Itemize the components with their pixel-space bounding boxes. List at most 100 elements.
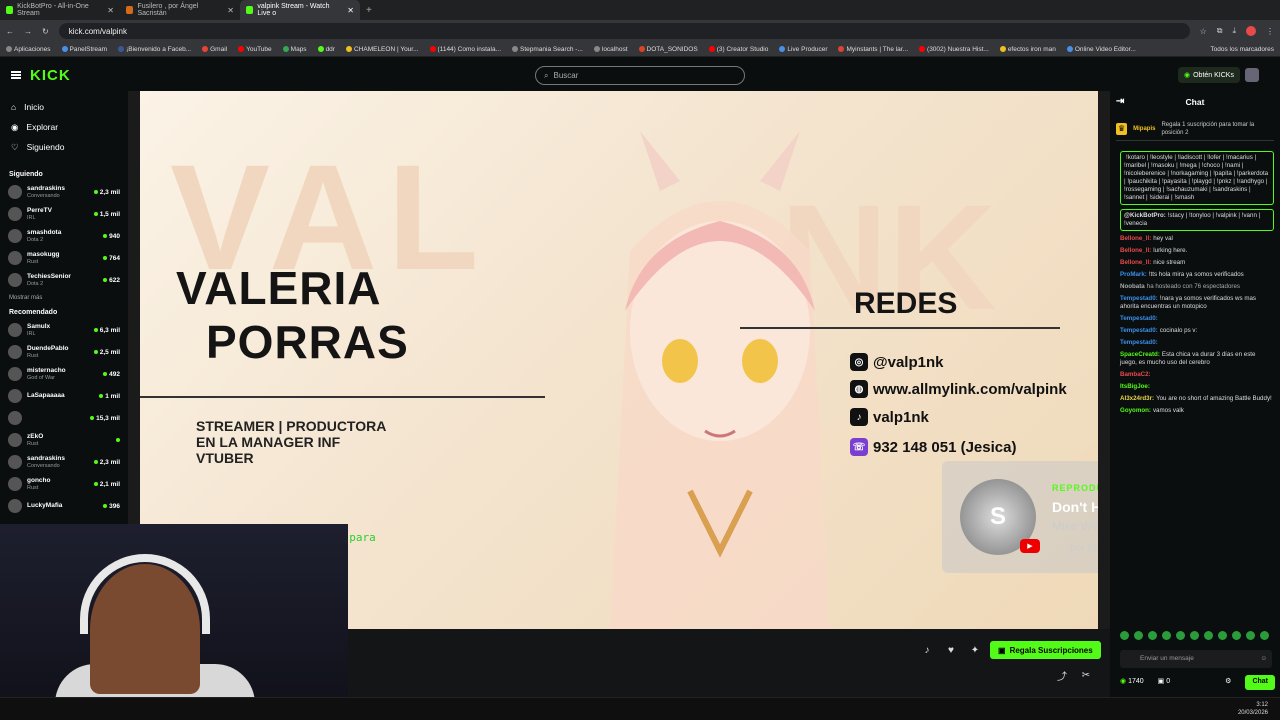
sidebar-channel[interactable]: sandraskins Conversando 2,3 mil [0, 451, 128, 473]
extensions-icon[interactable]: ⧉ [1217, 26, 1223, 36]
sidebar-channel[interactable]: zEkO Rust [0, 429, 128, 451]
browser-tab-kickbotpro[interactable]: KickBotPro - All-in-One Stream ✕ [0, 0, 120, 20]
browser-tab-fusilero[interactable]: Fusilero , por Ángel Sacristán ✕ [120, 0, 240, 20]
bookmark-item[interactable]: Aplicaciones [6, 46, 51, 53]
chat-username[interactable]: BambaC2: [1120, 371, 1151, 378]
sidebar-channel[interactable]: smashdota Dota 2 940 [0, 225, 128, 247]
emote-icon[interactable] [1190, 631, 1199, 640]
sidebar-channel[interactable]: Samulx IRL 6,3 mil [0, 319, 128, 341]
search-input[interactable]: ⌕ Buscar [535, 66, 745, 85]
nav-siguiendo[interactable]: ♡ Siguiendo [0, 137, 128, 157]
sidebar-channel[interactable]: DuendePablo Rust 2,5 mil [0, 341, 128, 363]
sidebar-channel[interactable]: 15,3 mil [0, 407, 128, 429]
emote-icon[interactable] [1232, 631, 1241, 640]
bookmark-item[interactable]: Myinstants | The lar... [838, 46, 908, 53]
chat-input[interactable]: Enviar un mensaje ☺ [1120, 650, 1272, 668]
share-icon[interactable]: ⤴ [1054, 667, 1070, 683]
sidebar-channel[interactable]: misternacho God of War 492 [0, 363, 128, 385]
download-icon[interactable]: ⤓ [1232, 26, 1236, 36]
bookmark-item[interactable]: Stepmania Search -... [512, 46, 583, 53]
reload-icon[interactable]: ↻ [42, 27, 49, 36]
emote-icon[interactable] [1204, 631, 1213, 640]
sidebar-channel[interactable]: PerreTV IRL 1,5 mil [0, 203, 128, 225]
bookmark-item[interactable]: ¡Bienvenido a Faceb... [118, 46, 191, 53]
bookmark-star-icon[interactable]: ☆ [1200, 27, 1207, 36]
sidebar-channel[interactable]: TechiesSenior Dota 2 622 [0, 269, 128, 291]
kick-logo[interactable]: KICK [30, 67, 71, 84]
chat-username[interactable]: Tempestad0: [1120, 315, 1158, 322]
chat-text: nice stream [1153, 259, 1186, 266]
user-avatar[interactable] [1245, 68, 1259, 82]
bookmark-item[interactable]: localhost [593, 46, 628, 53]
sidebar-channel[interactable]: goncho Rust 2,1 mil [0, 473, 128, 495]
browser-tab-valpink[interactable]: valpink Stream - Watch Live o ✕ [240, 0, 360, 20]
clip-icon[interactable]: ✂ [1078, 667, 1094, 683]
emote-icon[interactable] [1148, 631, 1157, 640]
emote-icon[interactable] [1134, 631, 1143, 640]
chat-username[interactable]: ItsBigJoe: [1120, 383, 1150, 390]
settings-gear-icon[interactable]: ⚙ [1225, 678, 1231, 686]
url-field[interactable]: kick.com/valpink [58, 23, 1190, 39]
close-tab-icon[interactable]: ✕ [347, 6, 354, 15]
bookmark-item[interactable]: Gmail [202, 46, 227, 53]
chat-input-placeholder: Enviar un mensaje [1140, 655, 1194, 662]
bookmark-item[interactable]: PanelStream [61, 46, 107, 53]
bookmark-item[interactable]: Maps [282, 46, 307, 53]
search-placeholder: Buscar [553, 71, 579, 80]
new-tab-icon[interactable]: + [366, 5, 372, 16]
show-more-link[interactable]: Mostrar más [0, 291, 128, 305]
bookmark-item[interactable]: Live Producer [779, 46, 827, 53]
forward-icon[interactable]: → [24, 27, 32, 36]
chat-username[interactable]: Tempestad0: [1120, 339, 1158, 346]
bookmark-item[interactable]: Online Video Editor... [1066, 46, 1136, 53]
hamburger-menu-icon[interactable] [11, 71, 21, 79]
back-icon[interactable]: ← [6, 27, 14, 36]
emoji-icon[interactable]: ☺ [1260, 655, 1267, 663]
sidebar-channel[interactable]: masokugg Rust 764 [0, 247, 128, 269]
bookmark-item[interactable]: CHAMELEON | Your... [345, 46, 419, 53]
sidebar-channel[interactable]: LaSapaaaaa 1 mil [0, 385, 128, 407]
chat-username[interactable]: ProMark: [1120, 271, 1147, 278]
bookmark-item[interactable]: DOTA_SONIDOS [638, 46, 698, 53]
close-tab-icon[interactable]: ✕ [227, 6, 234, 15]
emote-icon[interactable] [1218, 631, 1227, 640]
points-balance[interactable]: ▣ 0 [1158, 678, 1170, 686]
chat-username[interactable]: Tempestad0: [1120, 295, 1158, 302]
profile-icon[interactable] [1246, 26, 1256, 36]
gift-small-icon[interactable]: ✦ [967, 642, 983, 658]
chat-username[interactable]: @KickBotPro: [1124, 212, 1166, 219]
all-bookmarks-folder[interactable]: Todos los marcadores [1210, 46, 1274, 53]
emote-icon[interactable] [1260, 631, 1269, 640]
sidebar-channel[interactable]: sandraskins Conversando 2,3 mil [0, 181, 128, 203]
get-kicks-button[interactable]: ◉ Obtén KICKs [1178, 67, 1240, 83]
sidebar-channel[interactable]: LuckyMafia 396 [0, 495, 128, 517]
bookmark-item[interactable]: (1144) Como instala... [429, 46, 501, 53]
chat-username[interactable]: Noobata [1120, 283, 1145, 290]
kicks-balance[interactable]: ◉ 1740 [1120, 678, 1144, 686]
chat-username[interactable]: AI3x24rd3r: [1120, 395, 1154, 402]
gift-subscriptions-button[interactable]: ▣ Regala Suscripciones [990, 641, 1101, 659]
chat-username[interactable]: Bellone_ll: [1120, 247, 1151, 254]
bookmark-item[interactable]: (3002) Nuestra Hist... [919, 46, 989, 53]
close-tab-icon[interactable]: ✕ [107, 6, 114, 15]
emote-icon[interactable] [1246, 631, 1255, 640]
send-chat-button[interactable]: Chat [1245, 674, 1275, 690]
bookmark-item[interactable]: YouTube [238, 46, 272, 53]
bookmark-item[interactable]: (3) Creator Studio [708, 46, 768, 53]
emote-icon[interactable] [1162, 631, 1171, 640]
bookmark-item[interactable]: ddr [317, 46, 335, 53]
chat-username[interactable]: Tempestad0: [1120, 327, 1158, 334]
chat-username[interactable]: Goyomon: [1120, 407, 1151, 414]
emote-icon[interactable] [1120, 631, 1129, 640]
heart-follow-icon[interactable]: ♥ [943, 642, 959, 658]
nav-explorar[interactable]: ◉ Explorar [0, 117, 128, 137]
collapse-chat-icon[interactable]: ⇥ [1116, 97, 1124, 107]
chat-username[interactable]: Bellone_ll: [1120, 235, 1151, 242]
chat-username[interactable]: Bellone_ll: [1120, 259, 1151, 266]
nav-inicio[interactable]: ⌂ Inicio [0, 97, 128, 117]
bell-icon[interactable]: ♪ [919, 642, 935, 658]
bookmark-item[interactable]: efectos iron man [999, 46, 1056, 53]
emote-icon[interactable] [1176, 631, 1185, 640]
menu-kebab-icon[interactable]: ⋮ [1266, 27, 1274, 36]
chat-username[interactable]: SpaceCreatd: [1120, 351, 1160, 358]
